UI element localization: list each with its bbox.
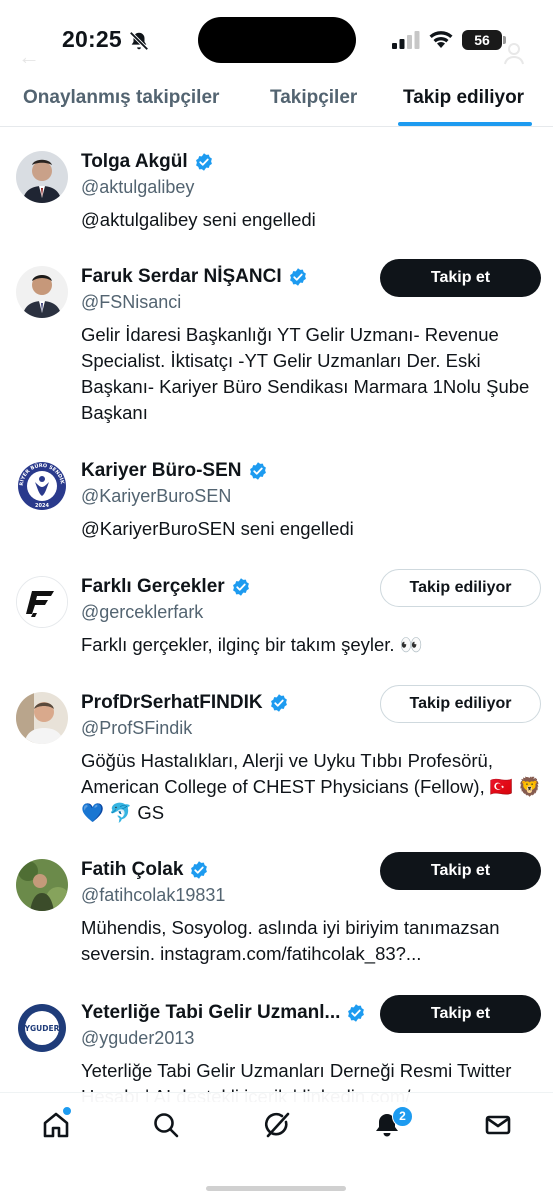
avatar[interactable]	[16, 151, 68, 203]
bottom-navigation	[0, 1092, 553, 1201]
bell-off-icon	[129, 31, 149, 51]
kariyer-logo-year: 2024	[35, 503, 49, 509]
following-button[interactable]: Takip ediliyor	[380, 685, 541, 723]
tab-followers[interactable]: Takipçiler	[270, 87, 357, 109]
display-name[interactable]: Faruk Serdar NİŞANCI	[81, 266, 282, 288]
account-name-line: Tolga Akgül	[81, 151, 214, 173]
active-tab-indicator	[398, 122, 532, 126]
wifi-icon	[429, 31, 453, 48]
yguder-logo-text: YGUDER	[24, 1024, 60, 1033]
display-name[interactable]: Tolga Akgül	[81, 151, 188, 173]
display-name[interactable]: ProfDrSerhatFINDIK	[81, 692, 263, 714]
account-name-line: Kariyer Büro-SEN	[81, 460, 268, 482]
display-name[interactable]: Yeterliğe Tabi Gelir Uzmanl...	[81, 1002, 340, 1024]
account-name-line: ProfDrSerhatFINDIK	[81, 692, 289, 714]
tab-bar: Onaylanmış takipçiler Takipçiler Takip e…	[0, 82, 553, 127]
search-icon[interactable]	[151, 1110, 181, 1140]
verified-badge-icon	[348, 1004, 365, 1022]
verified-badge-icon	[232, 578, 249, 596]
display-name[interactable]: Fatih Çolak	[81, 859, 183, 881]
battery-indicator: 56	[462, 30, 502, 50]
tab-following[interactable]: Takip ediliyor	[403, 87, 524, 109]
status-time: 20:25	[62, 26, 122, 52]
home-unread-dot	[62, 1106, 72, 1116]
account-name-line: Fatih Çolak	[81, 859, 209, 881]
back-arrow-icon[interactable]: ←	[18, 44, 40, 70]
follow-button[interactable]: Takip et	[380, 995, 541, 1033]
account-bio: @KariyerBuroSEN seni engelledi	[81, 518, 354, 539]
home-indicator	[206, 1186, 346, 1191]
display-name[interactable]: Farklı Gerçekler	[81, 576, 225, 598]
display-name[interactable]: Kariyer Büro-SEN	[81, 460, 242, 482]
grok-icon[interactable]	[262, 1110, 292, 1140]
avatar[interactable]	[16, 859, 68, 911]
add-user-icon[interactable]	[503, 40, 531, 68]
avatar[interactable]: YGUDER	[16, 1002, 68, 1054]
follow-button[interactable]: Takip et	[380, 852, 541, 890]
account-bio: Mühendis, Sosyolog. aslında iyi biriyim …	[81, 917, 500, 964]
following-button[interactable]: Takip ediliyor	[380, 569, 541, 607]
verified-badge-icon	[249, 462, 266, 480]
account-bio: Gelir İdaresi Başkanlığı YT Gelir Uzmanı…	[81, 324, 530, 423]
account-handle: @yguder2013	[81, 1028, 195, 1048]
cellular-signal-icon	[392, 31, 420, 49]
dynamic-island	[198, 17, 356, 63]
avatar[interactable]	[16, 266, 68, 318]
account-handle: @gerceklerfark	[81, 602, 204, 622]
account-handle: @FSNisanci	[81, 292, 182, 312]
account-name-line: Faruk Serdar NİŞANCI	[81, 266, 308, 288]
account-handle: @KariyerBuroSEN	[81, 486, 232, 506]
tab-verified-followers[interactable]: Onaylanmış takipçiler	[23, 87, 219, 109]
verified-badge-icon	[195, 153, 212, 171]
account-bio: Göğüs Hastalıkları, Alerji ve Uyku Tıbbı…	[81, 750, 542, 823]
account-handle: @ProfSFindik	[81, 718, 193, 738]
verified-badge-icon	[270, 694, 287, 712]
avatar[interactable]	[16, 692, 68, 744]
account-bio: @aktulgalibey seni engelledi	[81, 209, 316, 230]
account-bio: Farklı gerçekler, ilginç bir takım şeyle…	[81, 634, 423, 655]
avatar[interactable]: KARİYER BÜRO SENDİKASI 2024	[16, 460, 68, 512]
account-name-line: Farklı Gerçekler	[81, 576, 251, 598]
account-name-line: Yeterliğe Tabi Gelir Uzmanl...	[81, 1002, 366, 1024]
avatar[interactable]	[16, 576, 68, 628]
notification-badge: 2	[392, 1106, 413, 1127]
messages-icon[interactable]	[483, 1110, 513, 1140]
verified-badge-icon	[191, 861, 208, 879]
status-bar: ← 20:25 56	[0, 0, 553, 82]
account-handle: @aktulgalibey	[81, 177, 195, 197]
account-handle: @fatihcolak19831	[81, 885, 226, 905]
verified-badge-icon	[289, 268, 306, 286]
follow-button[interactable]: Takip et	[380, 259, 541, 297]
